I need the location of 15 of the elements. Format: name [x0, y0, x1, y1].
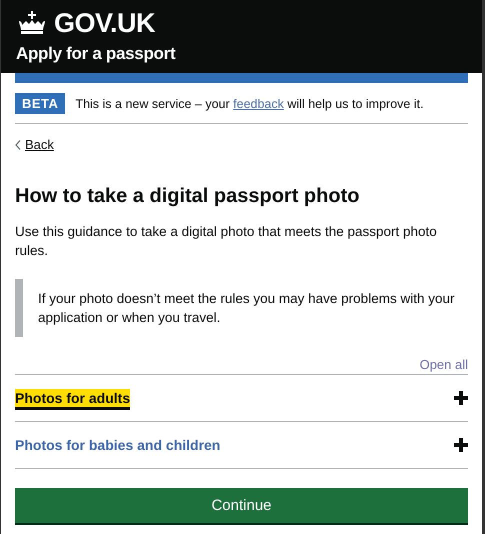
accordion-heading[interactable]: Photos for babies and children [15, 436, 220, 454]
site-logo[interactable]: GOV.UK [54, 8, 156, 38]
phase-banner-text: This is a new service – your feedback will help us to improve it. [75, 96, 424, 110]
intro-text: Use this guidance to take a digital photo that meets the passport photo rules. [15, 222, 438, 260]
chevron-left-icon [15, 140, 21, 150]
continue-button[interactable]: Continue [15, 488, 468, 522]
back-link[interactable]: Back [15, 137, 54, 152]
feedback-link[interactable]: feedback [233, 96, 284, 110]
accordion-heading[interactable]: Photos for adults [15, 388, 130, 406]
service-name[interactable]: Apply for a passport [16, 44, 467, 64]
open-all-link[interactable]: Open all [420, 356, 468, 372]
inset-text: If your photo doesn’t meet the rules you may have problems with your application or when you travel. [38, 290, 456, 326]
phase-tag: BETA [15, 93, 66, 114]
crown-icon [16, 11, 48, 35]
page-heading: How to take a digital passport photo [15, 184, 360, 208]
